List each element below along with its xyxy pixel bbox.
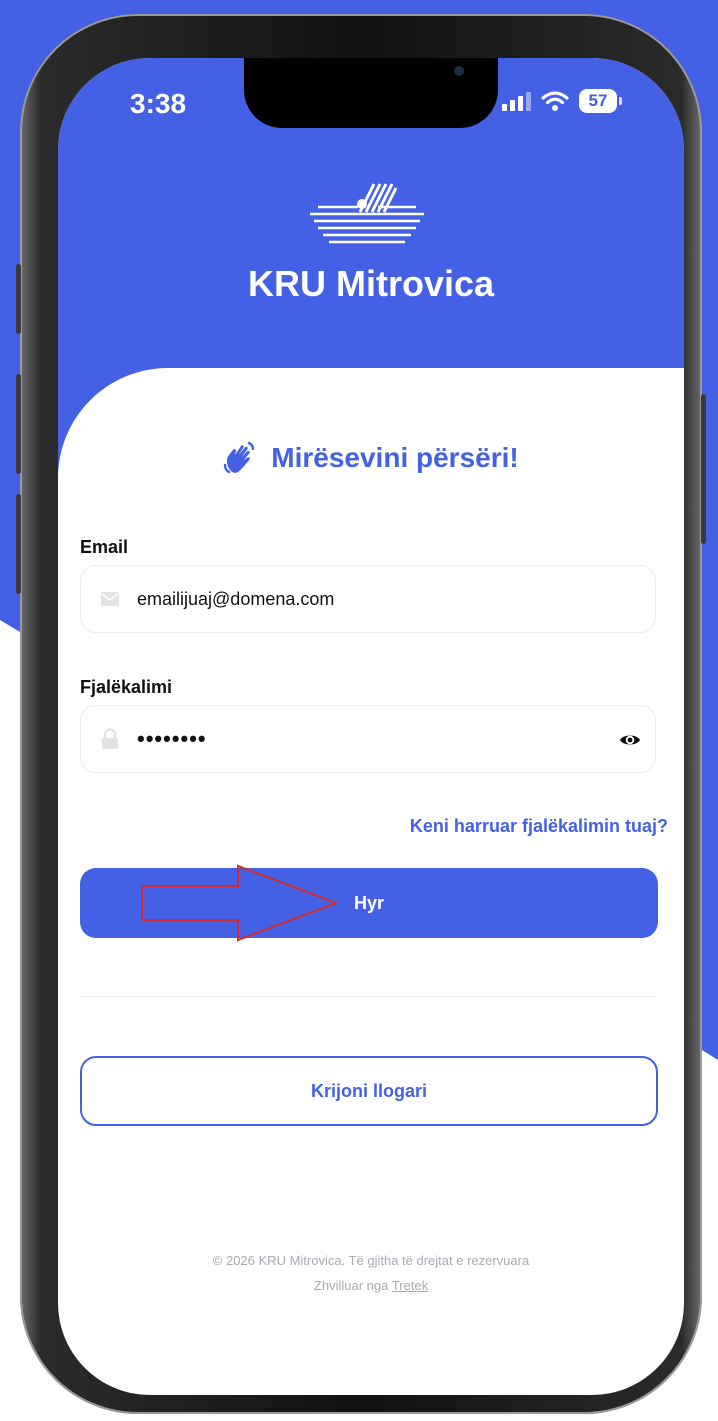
copyright-text: © 2026 KRU Mitrovica. Të gjitha të drejt… xyxy=(212,1253,530,1268)
welcome-text: Mirësevini përsëri! xyxy=(271,442,519,473)
password-field[interactable]: •••••••• xyxy=(80,705,656,773)
developer-link[interactable]: Tretek xyxy=(392,1278,428,1293)
forgot-password-link[interactable]: Keni harruar fjalëkalimin tuaj? xyxy=(410,816,668,837)
logo-icon xyxy=(310,183,424,244)
welcome-heading: Mirësevini përsëri! xyxy=(58,441,684,475)
waving-hand-icon xyxy=(224,441,255,474)
email-value: emailijuaj@domena.com xyxy=(137,588,335,609)
create-account-label: Krijoni llogari xyxy=(310,1080,427,1101)
signal-icon xyxy=(502,91,531,111)
login-button[interactable]: Hyr xyxy=(80,868,658,938)
status-icons: 57 xyxy=(502,86,622,116)
battery-icon: 57 xyxy=(579,89,622,113)
create-account-button[interactable]: Krijoni llogari xyxy=(80,1056,658,1126)
mail-icon xyxy=(99,588,121,610)
email-label: Email xyxy=(80,537,129,557)
camera-icon xyxy=(454,66,464,76)
eye-icon[interactable] xyxy=(619,729,641,751)
password-value: •••••••• xyxy=(137,726,207,751)
wifi-icon xyxy=(541,91,569,111)
app-title: KRU Mitrovica xyxy=(247,263,495,304)
divider xyxy=(80,996,656,997)
developed-by-prefix: Zhvilluar nga xyxy=(313,1278,389,1293)
login-button-label: Hyr xyxy=(353,892,384,913)
password-label: Fjalëkalimi xyxy=(80,677,173,697)
developed-by: Zhvilluar nga Tretek xyxy=(58,1273,684,1298)
email-field[interactable]: emailijuaj@domena.com xyxy=(80,565,656,633)
dynamic-island xyxy=(244,58,498,128)
status-time: 3:38 xyxy=(130,88,187,119)
app-screen: 3:38 57 KRU Mitrovica Mirësevini përsëri… xyxy=(58,58,684,1395)
lock-icon xyxy=(99,728,121,750)
footer: © 2026 KRU Mitrovica. Të gjitha të drejt… xyxy=(58,1248,684,1298)
